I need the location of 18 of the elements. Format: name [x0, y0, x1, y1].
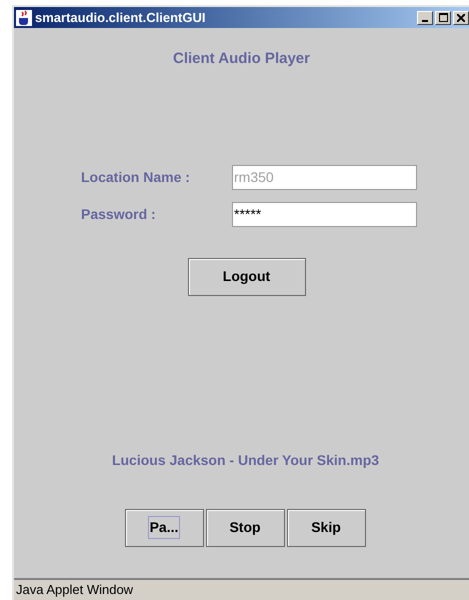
- minimize-icon: [422, 20, 428, 22]
- playback-button[interactable]: Stop: [206, 508, 284, 546]
- input-field[interactable]: *****: [232, 202, 417, 226]
- now-playing-text: Lucious Jackson - Under Your Skin.mp3: [112, 450, 380, 470]
- status-bar: Java Applet Window: [14, 578, 469, 600]
- heading: Client Audio Player: [173, 49, 310, 69]
- field-label: Password :: [81, 204, 157, 224]
- logout-button[interactable]: Logout: [188, 258, 306, 296]
- minimize-button[interactable]: [417, 10, 433, 24]
- coffee-cup-icon: [16, 10, 32, 26]
- window-title: smartaudio.client.ClientGUI: [35, 8, 206, 27]
- maximize-icon: [438, 13, 448, 22]
- close-icon: [457, 14, 465, 22]
- field-label: Location Name :: [81, 168, 191, 186]
- maximize-button[interactable]: [435, 10, 451, 24]
- close-button[interactable]: [453, 10, 469, 24]
- playback-button[interactable]: Skip: [286, 508, 366, 546]
- playback-button[interactable]: Pa...: [124, 508, 204, 546]
